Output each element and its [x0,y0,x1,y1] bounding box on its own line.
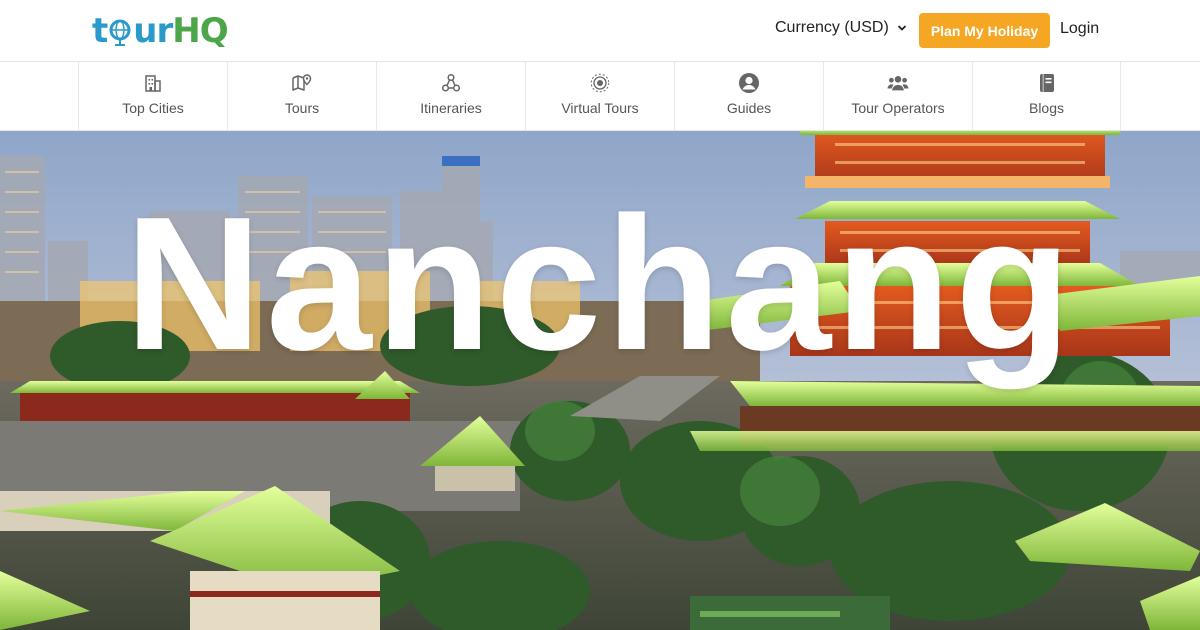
globe-icon [108,15,132,47]
site-header: t ur HQ Currency (USD) Plan My Holiday L… [0,0,1200,62]
logo-text-t: t [92,11,108,51]
city-icon [142,72,164,94]
user-circle-icon [738,72,760,94]
virtual-tour-icon [589,72,611,94]
nav-item-virtual-tours[interactable]: Virtual Tours [525,62,674,131]
login-link[interactable]: Login [1060,20,1099,38]
nav-item-label: Virtual Tours [561,100,639,116]
nav-item-label: Tour Operators [851,100,945,116]
hero-city-title: Nanchang [124,178,1076,390]
nav-item-label: Itineraries [420,100,482,116]
nav-item-label: Blogs [1028,100,1065,116]
users-icon [887,72,909,94]
nav-item-itineraries[interactable]: Itineraries [376,62,525,131]
main-nav: Top Cities Tours Itineraries Virtual Tou… [0,62,1200,131]
route-icon [440,72,462,94]
nav-item-guides[interactable]: Guides [674,62,823,131]
logo-text-hq: HQ [172,11,228,51]
plan-my-holiday-button[interactable]: Plan My Holiday [919,13,1050,48]
nav-item-label: Tours [284,100,320,116]
map-pin-icon [291,72,313,94]
chevron-down-icon [897,25,906,31]
book-icon [1036,72,1058,94]
nav-item-label: Top Cities [122,100,184,116]
tourhq-logo[interactable]: t ur HQ [92,10,229,52]
logo-text-ur: ur [133,11,173,51]
nav-item-tours[interactable]: Tours [227,62,376,131]
nav-item-label: Guides [726,100,772,116]
nav-item-tour-operators[interactable]: Tour Operators [823,62,972,131]
nav-item-blogs[interactable]: Blogs [972,62,1121,131]
currency-label: Currency (USD) [775,19,889,36]
hero-banner: Nanchang [0,131,1200,630]
nav-item-top-cities[interactable]: Top Cities [78,62,227,131]
currency-selector[interactable]: Currency (USD) [775,19,907,37]
